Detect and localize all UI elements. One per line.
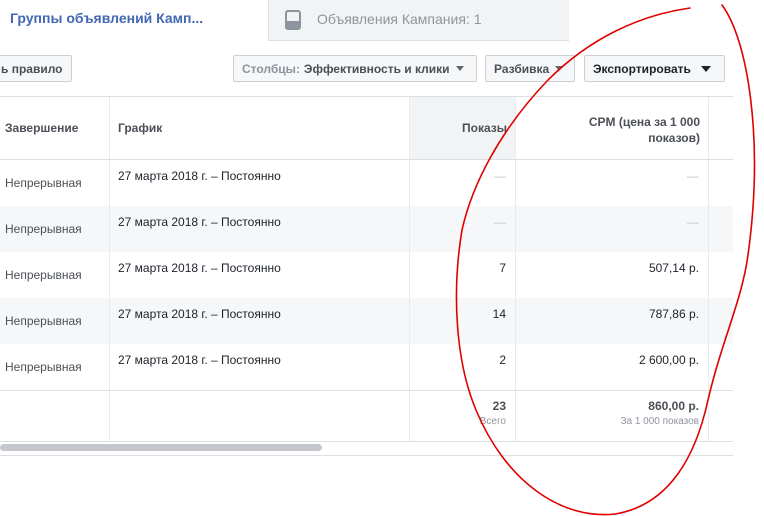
tab-ad-sets[interactable]: Группы объявлений Камп... — [10, 10, 203, 26]
cell-schedule: 27 марта 2018 г. – Постоянно — [110, 298, 410, 344]
cpm-header-line2: показов) — [648, 131, 700, 145]
cell-schedule: 27 марта 2018 г. – Постоянно — [110, 344, 410, 390]
cell-impressions: — — [410, 206, 516, 252]
caret-down-icon — [555, 66, 564, 71]
column-header-overflow — [709, 97, 733, 159]
breakdown-dropdown[interactable]: Разбивка — [485, 55, 575, 82]
total-cell-cpm: 860,00 р. За 1 000 показов — [516, 391, 709, 441]
cell-cpm: 507,14 р. — [516, 252, 709, 298]
create-rule-button[interactable]: ь правило — [0, 55, 72, 82]
table-row[interactable]: Непрерывная 27 марта 2018 г. – Постоянно… — [0, 252, 733, 298]
total-cpm-value: 860,00 р. — [648, 399, 699, 413]
column-header-cpm[interactable]: CPM (цена за 1 000 показов) — [516, 97, 709, 159]
column-header-end[interactable]: Завершение — [0, 97, 110, 159]
totals-row: 23 Всего 860,00 р. За 1 000 показов — [0, 390, 733, 442]
table-row[interactable]: Непрерывная 27 марта 2018 г. – Постоянно… — [0, 206, 733, 252]
breakdown-label: Разбивка — [494, 61, 550, 76]
table-row[interactable]: Непрерывная 27 марта 2018 г. – Постоянно… — [0, 344, 733, 390]
total-impressions-caption: Всего — [479, 416, 506, 427]
cell-schedule: 27 марта 2018 г. – Постоянно — [110, 160, 410, 206]
cell-cpm: 787,86 р. — [516, 298, 709, 344]
table-row[interactable]: Непрерывная 27 марта 2018 г. – Постоянно… — [0, 160, 733, 206]
cell-end: Непрерывная — [0, 252, 110, 298]
caret-down-icon — [455, 66, 464, 71]
horizontal-scrollbar[interactable] — [0, 444, 322, 451]
total-cell-impressions: 23 Всего — [410, 391, 516, 441]
total-cell-end — [0, 391, 110, 441]
total-cpm-caption: За 1 000 показов — [620, 416, 699, 427]
create-rule-label: ь правило — [1, 61, 63, 76]
cell-end: Непрерывная — [0, 298, 110, 344]
export-label: Экспортировать — [593, 61, 691, 76]
table-header: Завершение График Показы CPM (цена за 1 … — [0, 96, 733, 160]
column-header-schedule[interactable]: График — [110, 97, 410, 159]
table-row[interactable]: Непрерывная 27 марта 2018 г. – Постоянно… — [0, 298, 733, 344]
columns-value: Эффективность и клики — [303, 61, 450, 76]
cell-impressions: 2 — [410, 344, 516, 390]
columns-prefix: Столбцы: — [242, 61, 300, 76]
cell-end: Непрерывная — [0, 344, 110, 390]
cell-cpm: — — [516, 160, 709, 206]
tab-ads[interactable]: Объявления Кампания: 1 — [268, 0, 569, 41]
export-button[interactable]: Экспортировать — [584, 55, 725, 82]
cell-impressions: 14 — [410, 298, 516, 344]
caret-down-icon — [700, 65, 711, 72]
cell-schedule: 27 марта 2018 г. – Постоянно — [110, 252, 410, 298]
total-impressions-value: 23 — [492, 399, 506, 413]
columns-dropdown[interactable]: Столбцы: Эффективность и клики — [233, 55, 477, 82]
column-header-impressions[interactable]: Показы — [410, 97, 516, 159]
table-bottom-divider — [0, 455, 733, 456]
cell-end: Непрерывная — [0, 206, 110, 252]
cell-end: Непрерывная — [0, 160, 110, 206]
document-icon — [285, 10, 301, 30]
tab-ads-label: Объявления Кампания: 1 — [317, 11, 482, 27]
cell-impressions: — — [410, 160, 516, 206]
cell-impressions: 7 — [410, 252, 516, 298]
cell-cpm: — — [516, 206, 709, 252]
cell-cpm: 2 600,00 р. — [516, 344, 709, 390]
cell-schedule: 27 марта 2018 г. – Постоянно — [110, 206, 410, 252]
cpm-header-line1: CPM (цена за 1 000 — [588, 115, 700, 129]
total-cell-schedule — [110, 391, 410, 441]
tabs-bar: Группы объявлений Камп... Объявления Кам… — [0, 0, 764, 41]
